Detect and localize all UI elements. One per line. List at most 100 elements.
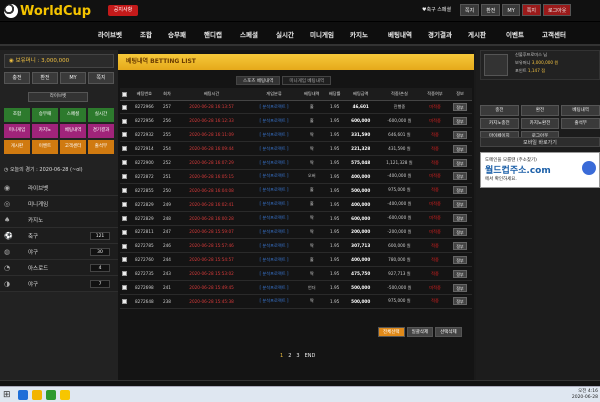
checkbox[interactable] — [121, 257, 127, 263]
bet-game[interactable]: [ 분석프로젝트 ] — [249, 183, 299, 198]
game-grid-item-4[interactable]: 미니게임 — [4, 124, 30, 138]
bulk-button-2[interactable]: 선택삭제 — [435, 327, 462, 337]
header-button-1[interactable]: 환전 — [481, 4, 501, 16]
detail-button[interactable]: 정부 — [453, 269, 468, 278]
notice-button[interactable]: 공지사항 — [108, 5, 138, 16]
account-button-2[interactable]: 베팅내역 — [561, 105, 600, 116]
row-select[interactable] — [120, 183, 129, 198]
checkbox[interactable] — [121, 243, 127, 249]
live-bet-label[interactable]: 라이브벳 — [28, 92, 88, 102]
game-grid-item-11[interactable]: 출석부 — [88, 140, 114, 154]
checkbox[interactable] — [121, 285, 127, 291]
sports-menu-item[interactable]: ◑ 야구 7 — [0, 276, 118, 292]
bet-game[interactable]: [ 분석프로젝트 ] — [249, 100, 299, 115]
sports-menu-item[interactable]: ⚽ 축구 121 — [0, 228, 118, 244]
checkbox[interactable] — [121, 146, 127, 152]
row-select[interactable] — [120, 238, 129, 254]
bulk-button-1[interactable]: 일괄삭제 — [406, 327, 434, 337]
nav-item-6[interactable]: 미니게임 — [310, 29, 334, 39]
bet-game[interactable]: [ 분석프로젝트 ] — [249, 197, 299, 212]
row-select[interactable] — [120, 252, 129, 268]
game-grid-item-3[interactable]: 실시간 — [88, 108, 114, 122]
bulk-button-0[interactable]: 전체선택 — [378, 327, 405, 337]
game-grid-item-10[interactable]: 고객센터 — [60, 140, 86, 154]
account-button-0[interactable]: 충전 — [480, 105, 519, 116]
bet-game[interactable]: [ 분석프로젝트 ] — [249, 211, 299, 226]
chat-icon[interactable] — [60, 390, 70, 400]
row-select[interactable] — [120, 155, 129, 170]
account-button-5[interactable]: 출석부 — [561, 118, 600, 129]
detail-button[interactable]: 정부 — [453, 255, 468, 264]
sidebar-button-2[interactable]: MY — [60, 72, 86, 84]
page-link-END[interactable]: END — [305, 353, 316, 359]
page-link-2[interactable]: 2 — [288, 353, 291, 359]
game-grid-item-8[interactable]: 게시판 — [4, 140, 30, 154]
checkbox[interactable] — [121, 174, 127, 180]
detail-button[interactable]: 정부 — [453, 214, 468, 223]
nav-item-10[interactable]: 게시판 — [468, 29, 486, 39]
bet-game[interactable]: [ 분석프로젝트 ] — [249, 169, 299, 184]
row-select[interactable] — [120, 169, 129, 184]
sports-menu-item[interactable]: ♠ 카지노 — [0, 212, 118, 228]
header-button-2[interactable]: MY — [502, 4, 520, 16]
detail-button[interactable]: 정부 — [453, 227, 468, 236]
page-link-1[interactable]: 1 — [280, 353, 283, 359]
mobile-link[interactable]: 모바일 바로가기 — [480, 137, 600, 147]
detail-button[interactable]: 정부 — [453, 200, 468, 209]
nav-item-9[interactable]: 경기결과 — [428, 29, 452, 39]
sports-menu-item[interactable]: ◎ 미니게임 — [0, 196, 118, 212]
sports-menu-item[interactable]: ◔ 아스로드 4 — [0, 260, 118, 276]
row-select[interactable] — [120, 127, 129, 143]
row-select[interactable] — [120, 211, 129, 226]
nav-item-7[interactable]: 카지노 — [350, 29, 368, 39]
nav-item-11[interactable]: 이벤트 — [506, 29, 524, 39]
app-icon[interactable] — [46, 390, 56, 400]
game-grid-item-2[interactable]: 스페셜 — [60, 108, 86, 122]
bet-tab-1[interactable]: 미니게임 베팅내역 — [282, 76, 331, 85]
row-select[interactable] — [120, 197, 129, 212]
sidebar-button-0[interactable]: 충전 — [4, 72, 30, 84]
detail-button[interactable]: 정부 — [453, 283, 468, 292]
nav-item-1[interactable]: 조합 — [140, 29, 152, 39]
game-grid-item-5[interactable]: 카지노 — [32, 124, 58, 138]
bet-game[interactable]: [ 분석프로젝트 ] — [249, 280, 299, 295]
select-all-header[interactable] — [120, 88, 129, 101]
checkbox[interactable] — [121, 299, 127, 305]
game-grid-item-7[interactable]: 경기결과 — [88, 124, 114, 138]
header-button-3[interactable]: 쪽지 — [521, 4, 541, 16]
account-button-4[interactable]: 카지노환전 — [520, 118, 560, 129]
game-grid-item-6[interactable]: 베팅내역 — [60, 124, 86, 138]
nav-item-3[interactable]: 핸디캡 — [204, 29, 222, 39]
nav-item-2[interactable]: 승무패 — [168, 29, 186, 39]
detail-button[interactable]: 정부 — [453, 241, 468, 250]
detail-button[interactable]: 정부 — [453, 130, 468, 139]
nav-item-5[interactable]: 실시간 — [276, 29, 294, 39]
windows-start-icon[interactable]: ⊞ — [3, 390, 13, 400]
sports-menu-item[interactable]: ◍ 야구 30 — [0, 244, 118, 260]
row-select[interactable] — [120, 225, 129, 240]
bet-game[interactable]: [ 분석프로젝트 ] — [249, 266, 299, 282]
sidebar-button-3[interactable]: 쪽지 — [88, 72, 114, 84]
detail-button[interactable]: 정부 — [453, 102, 468, 111]
bet-game[interactable]: [ 분석프로젝트 ] — [249, 155, 299, 170]
checkbox[interactable] — [121, 201, 127, 207]
checkbox[interactable] — [121, 215, 127, 221]
bet-game[interactable]: [ 분석프로젝트 ] — [249, 113, 299, 129]
account-button-3[interactable]: 카지노충전 — [480, 118, 519, 129]
header-button-0[interactable]: 쪽지 — [460, 4, 480, 16]
row-select[interactable] — [120, 100, 129, 115]
checkbox[interactable] — [121, 132, 127, 138]
row-select[interactable] — [120, 113, 129, 129]
row-select[interactable] — [120, 294, 129, 309]
nav-item-0[interactable]: 라이브벳 — [98, 29, 122, 39]
game-grid-item-0[interactable]: 조합 — [4, 108, 30, 122]
bet-game[interactable]: [ 분석프로젝트 ] — [249, 127, 299, 143]
row-select[interactable] — [120, 141, 129, 157]
header-button-4[interactable]: 로그아웃 — [542, 4, 572, 16]
sports-menu-item[interactable]: ◉ 라이브벳 — [0, 180, 118, 196]
detail-button[interactable]: 정부 — [453, 158, 468, 167]
detail-button[interactable]: 정부 — [453, 297, 468, 306]
account-button-1[interactable]: 환전 — [520, 105, 560, 116]
bet-game[interactable]: [ 분석프로젝트 ] — [249, 252, 299, 268]
detail-button[interactable]: 정부 — [453, 144, 468, 153]
